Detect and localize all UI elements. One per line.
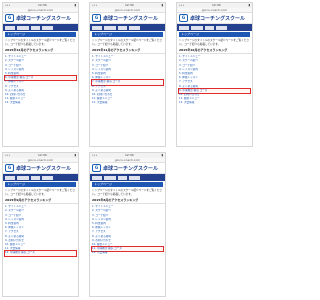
nav-item[interactable]	[104, 25, 116, 30]
logo[interactable]: G	[5, 14, 14, 22]
list-item[interactable]: 12. 大会情報	[179, 101, 250, 105]
phone-screenshot-5: ••• 12:34 ▮ gioco-coach.com G 卓球コーチングスクー…	[89, 152, 166, 297]
battery-icon: ▮	[161, 153, 163, 157]
nav-item[interactable]	[179, 25, 189, 30]
nav-bar	[3, 24, 78, 31]
site-header: G 卓球コーチングスクール	[3, 13, 78, 24]
ranking-list: 1. サイトメニュー 2. スクール紹介 3. コーチ紹介 4. レッスン案内 …	[3, 54, 78, 105]
nav-item[interactable]	[129, 25, 140, 30]
nav-item[interactable]	[104, 175, 116, 180]
logo[interactable]: G	[92, 14, 101, 22]
nav-item[interactable]	[129, 175, 140, 180]
logo[interactable]: G	[179, 14, 188, 22]
ranking-list: 1. サイトメニュー 2. スクール紹介 3. コーチ紹介 4. レッスン案内 …	[90, 204, 165, 255]
site-title[interactable]: 卓球コーチングスクール	[190, 15, 245, 22]
nav-bar	[3, 174, 78, 181]
intro-text: トップページのタイトルのスクール紹介ページをご覧ください。コーチ紹介も掲載してい…	[92, 189, 162, 196]
logo[interactable]: G	[92, 164, 101, 172]
phone-screenshot-3: ••• 12:34 ▮ gioco-coach.com G 卓球コーチングスクー…	[176, 2, 253, 147]
phone-screenshot-1: ••• 12:34 ▮ gioco-coach.com G 卓球コーチングスクー…	[2, 2, 79, 147]
site-title[interactable]: 卓球コーチングスクール	[103, 15, 158, 22]
list-item[interactable]: 12. 大会情報	[92, 101, 163, 105]
section-title: 2015年11月のアクセスランキング	[90, 47, 165, 55]
screenshot-grid: ••• 12:34 ▮ gioco-coach.com G 卓球コーチングスクー…	[0, 0, 255, 300]
nav-item[interactable]	[42, 25, 53, 30]
carrier: •••	[5, 3, 11, 7]
phone-screenshot-4: ••• 12:34 ▮ gioco-coach.com G 卓球コーチングスクー…	[2, 152, 79, 297]
site-title[interactable]: 卓球コーチングスクール	[103, 165, 158, 172]
nav-item[interactable]	[5, 25, 15, 30]
battery-icon: ▮	[248, 3, 250, 7]
nav-bar	[90, 24, 165, 31]
intro-text: トップページのタイトルのスクール紹介ページをご覧ください。コーチ紹介も掲載してい…	[5, 189, 75, 196]
intro-text: トップページのタイトルのスクール紹介ページをご覧ください。コーチ紹介も掲載してい…	[92, 39, 162, 46]
carrier: •••	[92, 153, 98, 157]
nav-bar	[177, 24, 252, 31]
battery-icon: ▮	[161, 3, 163, 7]
nav-item[interactable]	[31, 25, 40, 30]
intro-text: トップページのタイトルのスクール紹介ページをご覧ください。コーチ紹介も掲載してい…	[179, 39, 249, 46]
battery-icon: ▮	[74, 3, 76, 7]
ranking-list: 1. サイトメニュー 2. スクール紹介 3. コーチ紹介 4. レッスン案内 …	[3, 204, 78, 257]
list-item-highlighted[interactable]: 12. 卓球教室 横浜 コース	[4, 250, 77, 257]
carrier: •••	[179, 3, 185, 7]
site-header: G 卓球コーチングスクール	[90, 163, 165, 174]
section-title: 2015年8月のアクセスランキング	[90, 197, 165, 205]
site-header: G 卓球コーチングスクール	[3, 163, 78, 174]
site-header: G 卓球コーチングスクール	[90, 13, 165, 24]
ranking-list: 1. サイトメニュー 2. スクール紹介 3. コーチ紹介 4. レッスン案内 …	[90, 54, 165, 105]
ranking-list: 1. サイトメニュー 2. スクール紹介 3. コーチ紹介 4. レッスン案内 …	[177, 54, 252, 105]
list-item[interactable]: 12. 大会情報	[92, 251, 163, 255]
logo[interactable]: G	[5, 164, 14, 172]
carrier: •••	[5, 153, 11, 157]
site-header: G 卓球コーチングスクール	[177, 13, 252, 24]
section-title: 2015年9月のアクセスランキング	[3, 197, 78, 205]
nav-item[interactable]	[17, 175, 29, 180]
nav-item[interactable]	[31, 175, 40, 180]
nav-item[interactable]	[17, 25, 29, 30]
nav-item[interactable]	[5, 175, 15, 180]
nav-item[interactable]	[92, 25, 102, 30]
battery-icon: ▮	[74, 153, 76, 157]
section-title: 2015年10月のアクセスランキング	[177, 47, 252, 55]
nav-item[interactable]	[118, 25, 127, 30]
intro-text: トップページのタイトルのスクール紹介ページをご覧ください。コーチ紹介も掲載してい…	[5, 39, 75, 46]
phone-screenshot-2: ••• 12:34 ▮ gioco-coach.com G 卓球コーチングスクー…	[89, 2, 166, 147]
site-title[interactable]: 卓球コーチングスクール	[16, 165, 71, 172]
nav-item[interactable]	[191, 25, 203, 30]
carrier: •••	[92, 3, 98, 7]
nav-item[interactable]	[216, 25, 227, 30]
section-title: 2015年12月のアクセスランキング	[3, 47, 78, 55]
site-title[interactable]: 卓球コーチングスクール	[16, 15, 71, 22]
list-item[interactable]: 12. 大会情報	[5, 101, 76, 105]
nav-item[interactable]	[92, 175, 102, 180]
nav-item[interactable]	[118, 175, 127, 180]
nav-bar	[90, 174, 165, 181]
nav-item[interactable]	[42, 175, 53, 180]
nav-item[interactable]	[205, 25, 214, 30]
